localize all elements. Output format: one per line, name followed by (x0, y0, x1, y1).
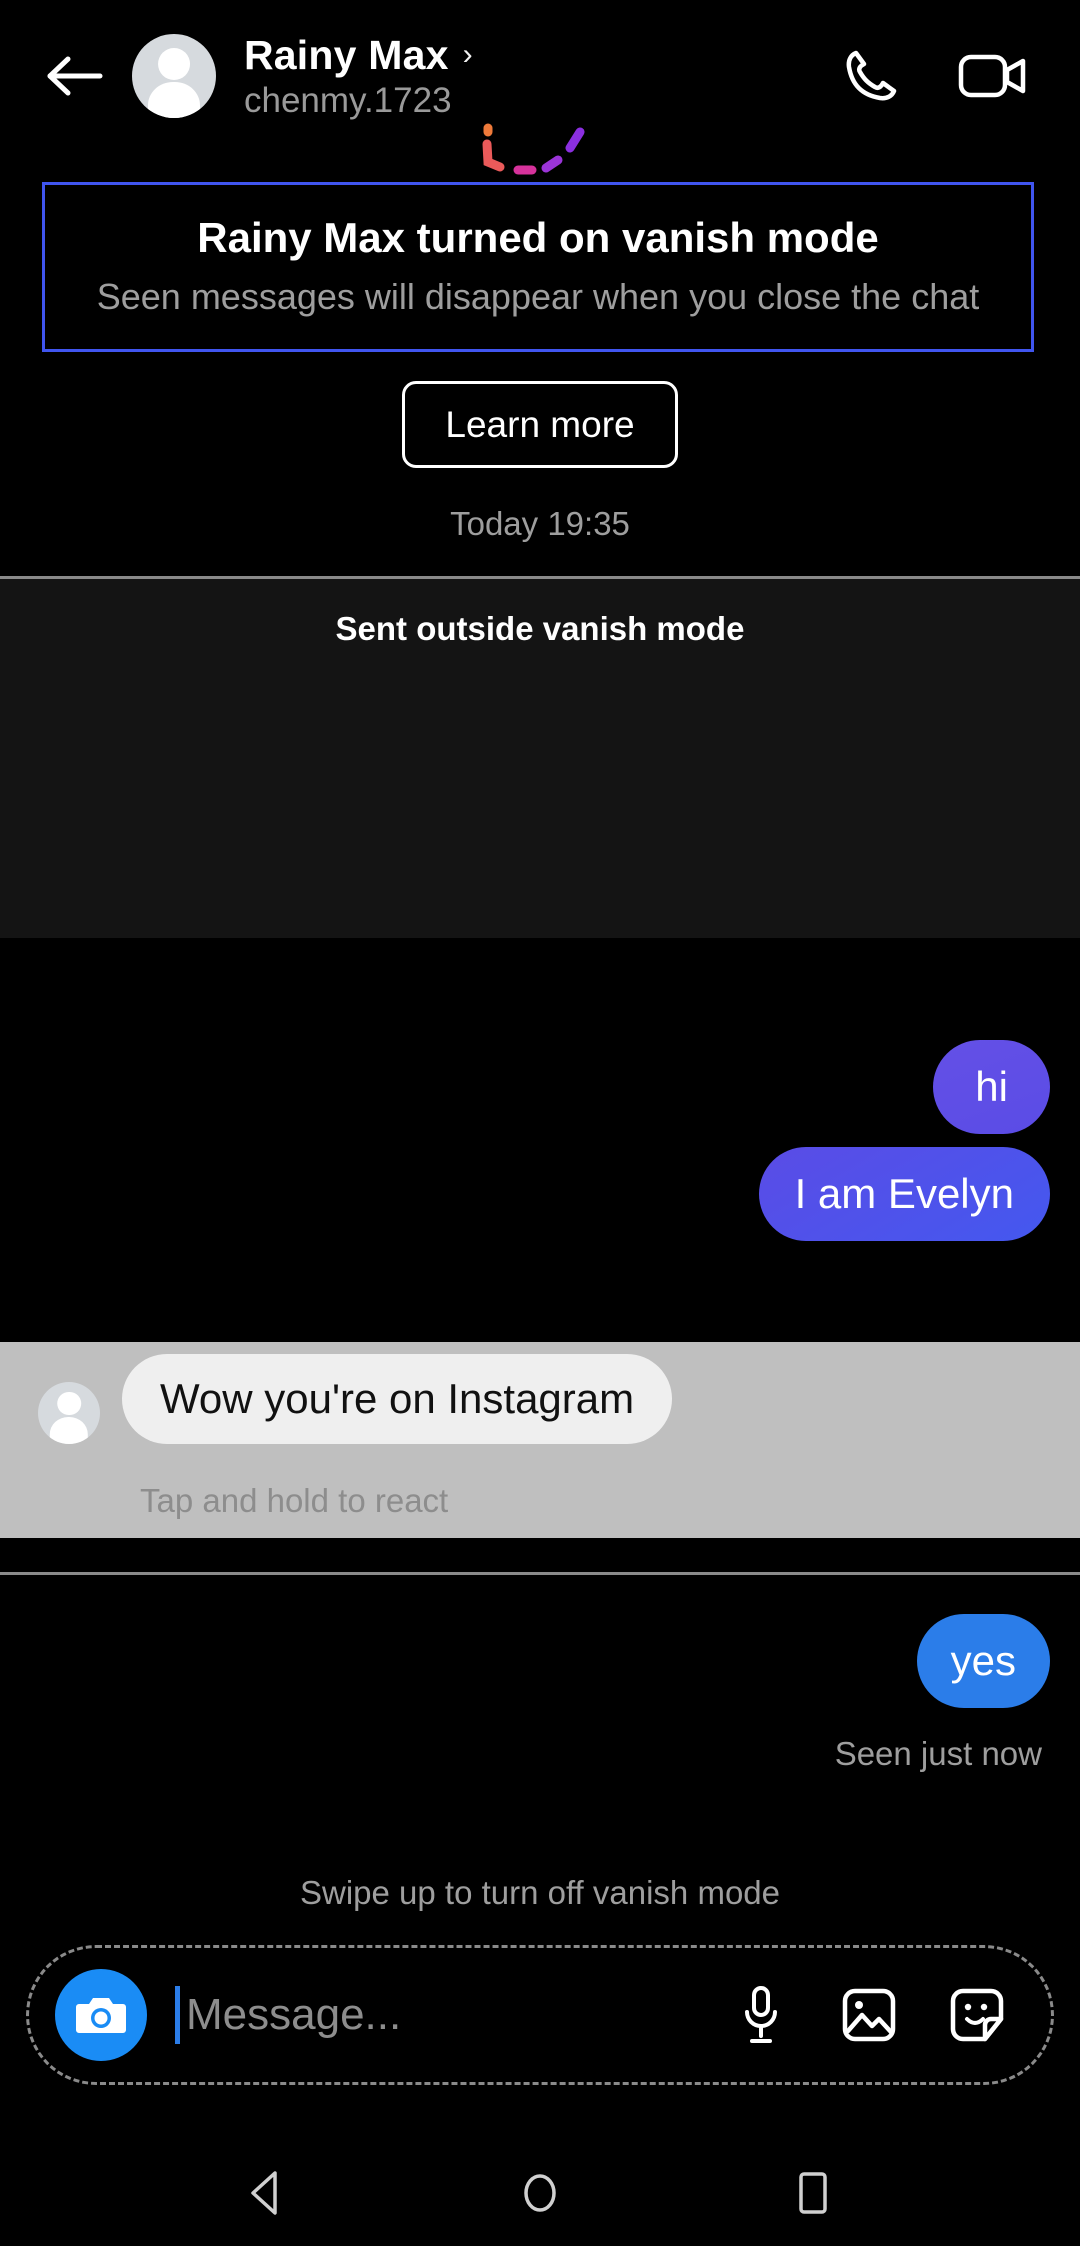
chevron-right-icon: › (462, 38, 473, 71)
nav-home-circle-icon[interactable] (504, 2157, 576, 2229)
contact-name: Rainy Max (244, 31, 449, 78)
composer-actions (729, 1983, 1009, 2047)
back-arrow-icon[interactable] (38, 39, 112, 113)
avatar-body (49, 1416, 89, 1444)
text-caret (175, 1986, 180, 2044)
vanish-mode-banner: Rainy Max turned on vanish mode Seen mes… (42, 182, 1034, 352)
message-composer: Message... (26, 1945, 1054, 2085)
message-placeholder: Message... (186, 1990, 402, 2039)
avatar-head (158, 48, 190, 81)
contact-info[interactable]: Rainy Max › chenmy.1723 (244, 32, 836, 121)
swipe-hint-label: Swipe up to turn off vanish mode (299, 1874, 780, 1911)
vanish-mode-graphic (0, 122, 1080, 182)
microphone-icon[interactable] (729, 1983, 793, 2047)
message-bubble-outgoing[interactable]: hi (933, 1040, 1050, 1134)
android-navbar (0, 2140, 1080, 2246)
contact-username: chenmy.1723 (244, 80, 452, 120)
learn-more-wrap: Learn more (0, 381, 1080, 468)
vanish-banner-subtitle: Seen messages will disappear when you cl… (96, 276, 980, 318)
vanish-banner-title: Rainy Max turned on vanish mode (197, 213, 879, 261)
gallery-image-icon[interactable] (837, 1983, 901, 2047)
instagram-chat-screen: Rainy Max › chenmy.1723 Rainy Max turned… (0, 0, 1080, 2246)
nav-recents-square-icon[interactable] (777, 2157, 849, 2229)
header-actions (836, 41, 1028, 111)
contact-name-row[interactable]: Rainy Max › (244, 32, 836, 79)
message-input[interactable]: Message... (175, 1986, 729, 2044)
section-divider-bottom (0, 1572, 1080, 1575)
message-bubble-outgoing[interactable]: yes (916, 1614, 1050, 1708)
camera-icon[interactable] (55, 1969, 147, 2061)
highlighted-message-row[interactable]: Wow you're on Instagram Tap and hold to … (0, 1342, 1080, 1538)
avatar-body (147, 81, 201, 118)
react-hint-label: Tap and hold to react (140, 1482, 449, 1519)
contact-avatar[interactable] (132, 34, 216, 118)
message-bubble-outgoing[interactable]: I am Evelyn (758, 1147, 1050, 1241)
video-call-icon[interactable] (958, 41, 1028, 111)
learn-more-button[interactable]: Learn more (402, 381, 678, 468)
sticker-smiley-icon[interactable] (945, 1983, 1009, 2047)
chat-timestamp: Today 19:35 (450, 505, 630, 542)
seen-status: Seen just now (834, 1735, 1042, 1772)
avatar-head (57, 1391, 81, 1416)
phone-call-icon[interactable] (836, 41, 906, 111)
message-bubble-incoming[interactable]: Wow you're on Instagram (122, 1354, 673, 1444)
nav-back-triangle-icon[interactable] (231, 2157, 303, 2229)
sender-avatar (38, 1382, 100, 1444)
sent-outside-vanish-label: Sent outside vanish mode (335, 610, 745, 647)
